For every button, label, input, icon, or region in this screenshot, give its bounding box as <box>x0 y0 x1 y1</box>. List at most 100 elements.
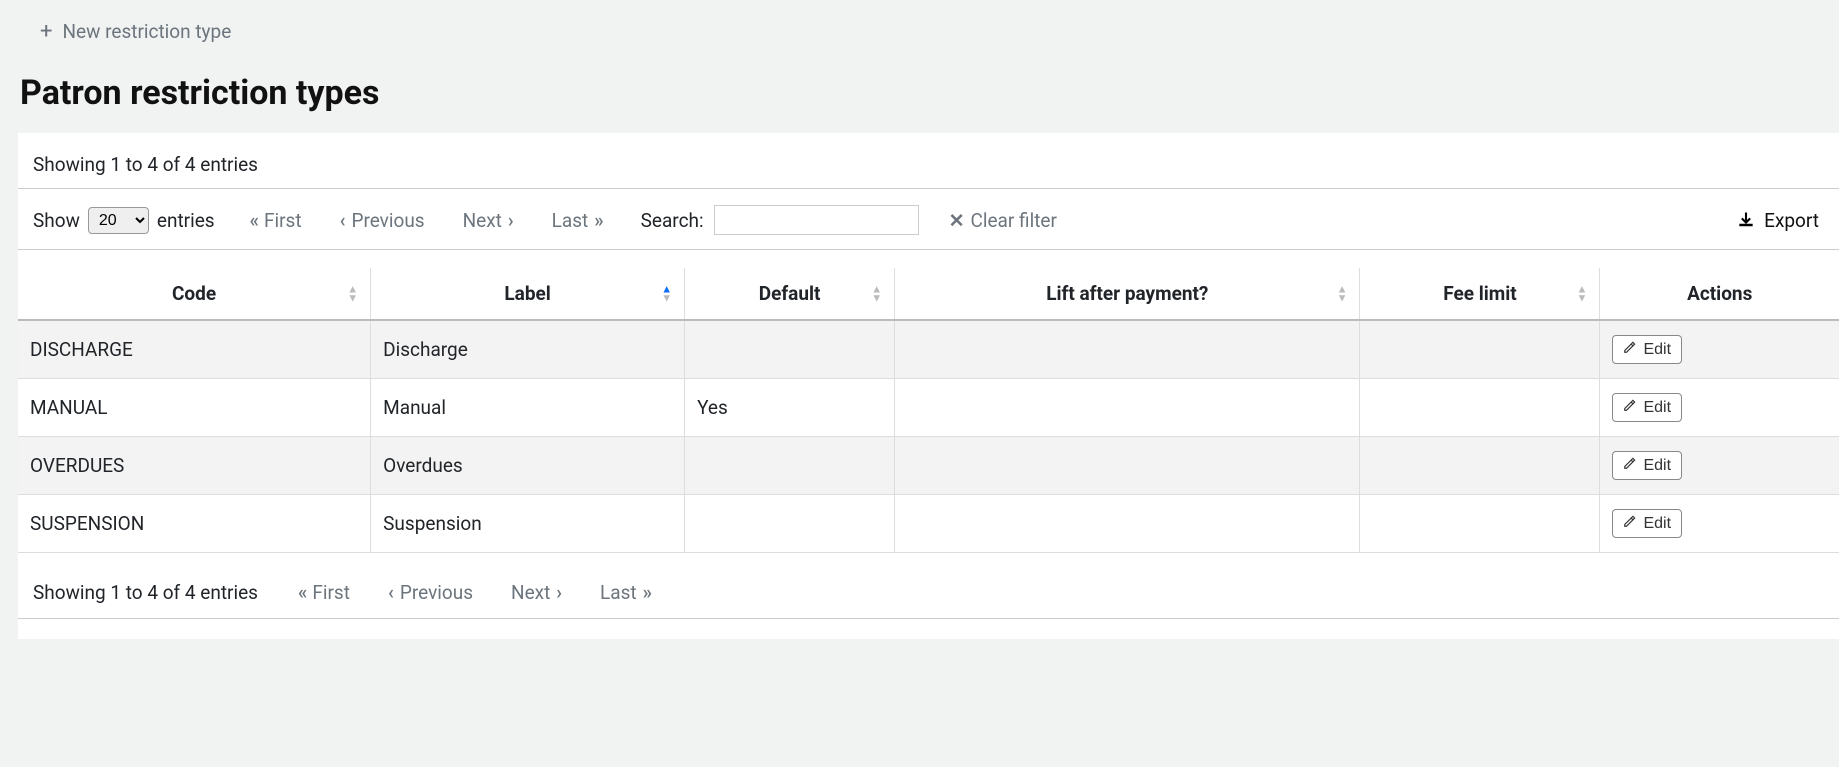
cell-fee-limit <box>1360 437 1600 495</box>
table-info-top: Showing 1 to 4 of 4 entries <box>33 153 258 176</box>
edit-button[interactable]: Edit <box>1612 335 1682 364</box>
table-row: OVERDUESOverduesEdit <box>18 437 1839 495</box>
chevron-left-icon: ‹ <box>340 209 346 232</box>
column-header-default[interactable]: Default ▲▼ <box>685 268 895 320</box>
cell-fee-limit <box>1360 379 1600 437</box>
cell-actions: Edit <box>1600 437 1839 495</box>
page-title: Patron restriction types <box>20 73 1839 113</box>
export-button[interactable]: Export <box>1736 209 1819 232</box>
sort-icon: ▲▼ <box>347 285 358 302</box>
pager-next-label: Next <box>511 581 550 604</box>
cell-label: Discharge <box>371 320 685 379</box>
length-show-label: Show <box>33 209 80 232</box>
pencil-icon <box>1623 340 1637 359</box>
cell-actions: Edit <box>1600 495 1839 553</box>
cell-fee-limit <box>1360 320 1600 379</box>
cell-label: Manual <box>371 379 685 437</box>
pager-first-label: First <box>312 581 350 604</box>
column-header-fee-limit[interactable]: Fee limit ▲▼ <box>1360 268 1600 320</box>
cell-lift-after-payment <box>895 437 1360 495</box>
column-header-label: Actions <box>1687 282 1752 305</box>
pager-last-bottom[interactable]: Last » <box>600 581 651 604</box>
edit-button-label: Edit <box>1643 515 1671 533</box>
edit-button-label: Edit <box>1643 457 1671 475</box>
edit-button-label: Edit <box>1643 399 1671 417</box>
table-row: DISCHARGEDischarge Edit <box>18 320 1839 379</box>
pager-first-top[interactable]: « First <box>250 209 302 232</box>
table-row: MANUALManualYes Edit <box>18 379 1839 437</box>
sort-icon: ▲▼ <box>871 285 882 302</box>
clear-filter-button[interactable]: ✕ Clear filter <box>949 209 1057 232</box>
cell-lift-after-payment <box>895 495 1360 553</box>
cell-default <box>685 320 895 379</box>
pager-first-bottom[interactable]: « First <box>298 581 350 604</box>
pager-last-label: Last <box>600 581 637 604</box>
search-input[interactable] <box>714 205 919 235</box>
edit-button[interactable]: Edit <box>1612 451 1682 480</box>
table-row: SUSPENSIONSuspension Edit <box>18 495 1839 553</box>
pager-last-top[interactable]: Last » <box>552 209 603 232</box>
pager-next-top[interactable]: Next › <box>463 209 514 232</box>
download-icon <box>1736 210 1756 230</box>
cell-fee-limit <box>1360 495 1600 553</box>
chevron-double-right-icon: » <box>594 209 598 232</box>
entries-per-page-select[interactable]: 102050100 <box>88 207 149 234</box>
chevron-right-icon: › <box>556 581 562 604</box>
column-header-label: Label <box>504 282 550 305</box>
pencil-icon <box>1623 514 1637 533</box>
chevron-double-left-icon: « <box>298 581 302 604</box>
chevron-double-left-icon: « <box>250 209 254 232</box>
cell-default <box>685 495 895 553</box>
column-header-actions: Actions <box>1600 268 1839 320</box>
chevron-double-right-icon: » <box>643 581 647 604</box>
table-controls-bottom: Showing 1 to 4 of 4 entries « First ‹ Pr… <box>18 559 1839 619</box>
column-header-label[interactable]: Label ▲▼ <box>371 268 685 320</box>
cell-label: Suspension <box>371 495 685 553</box>
edit-button[interactable]: Edit <box>1612 393 1682 422</box>
table-info-bottom: Showing 1 to 4 of 4 entries <box>33 581 258 604</box>
new-restriction-type-label: New restriction type <box>62 20 231 43</box>
cell-lift-after-payment <box>895 379 1360 437</box>
cell-code: DISCHARGE <box>18 320 371 379</box>
clear-filter-label: Clear filter <box>971 209 1057 232</box>
pager-previous-top[interactable]: ‹ Previous <box>340 209 425 232</box>
search-label: Search: <box>641 209 704 232</box>
length-entries-label: entries <box>157 209 215 232</box>
pager-first-label: First <box>264 209 302 232</box>
cell-default: Yes <box>685 379 895 437</box>
column-header-label: Lift after payment? <box>1046 282 1208 305</box>
chevron-left-icon: ‹ <box>388 581 394 604</box>
x-icon: ✕ <box>949 209 965 232</box>
cell-default <box>685 437 895 495</box>
pager-previous-bottom[interactable]: ‹ Previous <box>388 581 473 604</box>
pager-last-label: Last <box>552 209 589 232</box>
sort-icon: ▲▼ <box>1577 285 1588 302</box>
edit-button-label: Edit <box>1643 341 1671 359</box>
pencil-icon <box>1623 456 1637 475</box>
column-header-label: Code <box>172 282 216 305</box>
column-header-label: Default <box>759 282 821 305</box>
edit-button[interactable]: Edit <box>1612 509 1682 538</box>
plus-icon: + <box>40 21 52 43</box>
export-label: Export <box>1764 209 1819 232</box>
table-controls-top: Show 102050100 entries « First ‹ Previou… <box>18 201 1839 250</box>
column-header-label: Fee limit <box>1443 282 1516 305</box>
cell-code: SUSPENSION <box>18 495 371 553</box>
column-header-code[interactable]: Code ▲▼ <box>18 268 371 320</box>
cell-code: MANUAL <box>18 379 371 437</box>
restriction-types-panel: Showing 1 to 4 of 4 entries Show 1020501… <box>18 133 1839 639</box>
sort-icon: ▲▼ <box>661 285 672 302</box>
cell-actions: Edit <box>1600 320 1839 379</box>
pager-next-bottom[interactable]: Next › <box>511 581 562 604</box>
pencil-icon <box>1623 398 1637 417</box>
new-restriction-type-button[interactable]: + New restriction type <box>40 20 231 43</box>
cell-actions: Edit <box>1600 379 1839 437</box>
sort-icon: ▲▼ <box>1337 285 1348 302</box>
cell-lift-after-payment <box>895 320 1360 379</box>
chevron-right-icon: › <box>508 209 514 232</box>
restriction-types-table: Code▲▼Label▲▼Default▲▼Lift after payment… <box>18 268 1839 553</box>
column-header-lift-after-payment[interactable]: Lift after payment? ▲▼ <box>895 268 1360 320</box>
pager-previous-label: Previous <box>400 581 473 604</box>
pager-previous-label: Previous <box>351 209 424 232</box>
pager-next-label: Next <box>463 209 502 232</box>
